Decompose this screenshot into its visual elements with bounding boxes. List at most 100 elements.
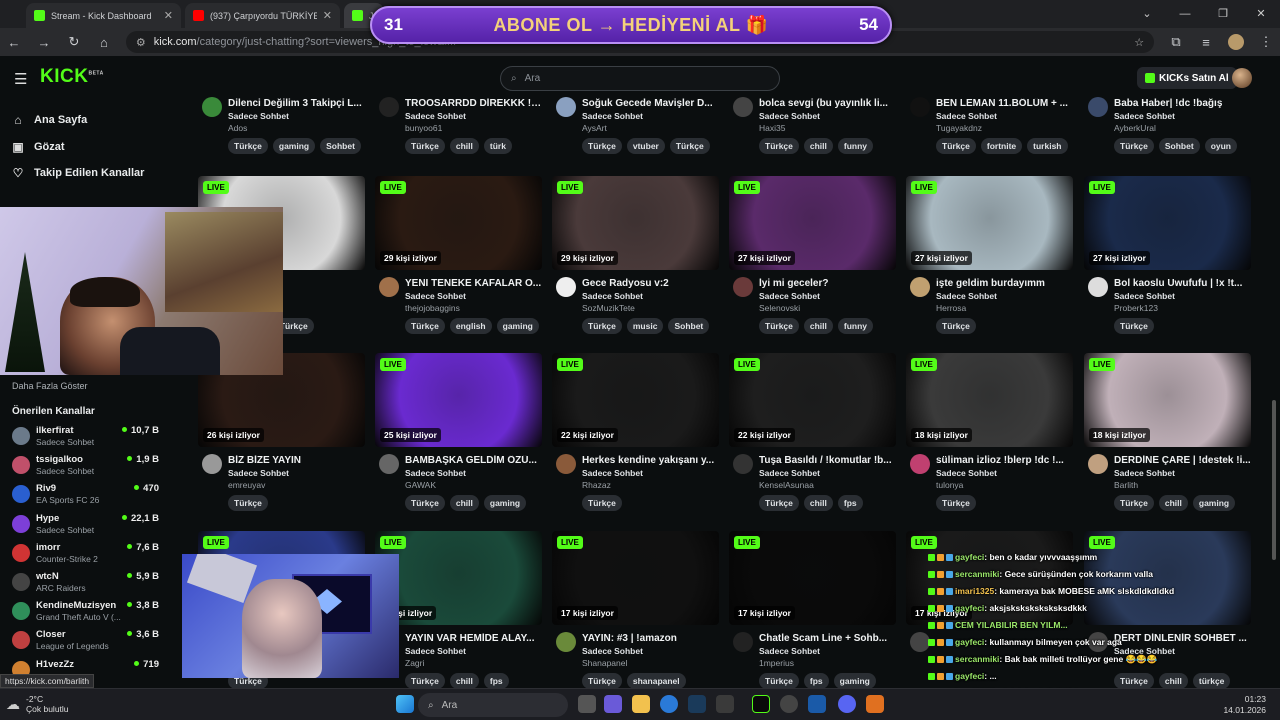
tag-chip[interactable]: turkish	[1027, 138, 1068, 154]
stream-title[interactable]: DERDİNE ÇARE | !destek !i...	[1114, 455, 1251, 466]
file-explorer-icon[interactable]	[632, 695, 650, 713]
tag-chip[interactable]: Sohbet	[668, 318, 710, 334]
stream-title[interactable]: TROOSARRDD DİREKKK !!...	[405, 98, 542, 109]
stream-category[interactable]: Sadece Sohbet	[228, 111, 289, 121]
close-window-icon[interactable]: ✕	[1242, 0, 1280, 28]
close-tab-icon[interactable]: ✕	[323, 9, 332, 22]
sidebar-item-following[interactable]: ♡ Takip Edilen Kanallar	[12, 166, 145, 180]
stream-title[interactable]: Gece Radyosu v:2	[582, 278, 719, 289]
home-icon[interactable]: ⌂	[96, 35, 112, 50]
streamer-name[interactable]: Haxi35	[759, 123, 785, 133]
tag-chip[interactable]: Türkçe	[759, 318, 799, 334]
stream-title[interactable]: İyi mi geceler?	[759, 278, 896, 289]
tag-chip[interactable]: türkçe	[1192, 673, 1231, 689]
streamer-name[interactable]: emreuyav	[228, 480, 265, 490]
recommended-channel[interactable]: imorr Counter-Strike 2 7,6 B	[12, 541, 184, 569]
streamer-name[interactable]: Shanapanel	[582, 658, 627, 668]
stream-category[interactable]: Sadece Sohbet	[405, 291, 466, 301]
stream-category[interactable]: Sadece Sohbet	[228, 468, 289, 478]
stream-thumbnail[interactable]: LIVE 18 kişi izliyor	[1084, 353, 1251, 447]
channel-avatar[interactable]	[379, 277, 399, 297]
stream-category[interactable]: Sadece Sohbet	[582, 646, 643, 656]
sidebar-item-browse[interactable]: ▣ Gözat	[12, 140, 64, 154]
stream-category[interactable]: Sadece Sohbet	[1114, 111, 1175, 121]
app-icon[interactable]	[866, 695, 884, 713]
tag-chip[interactable]: gaming	[833, 673, 876, 689]
extensions-icon[interactable]: ⧉	[1168, 34, 1184, 50]
stream-title[interactable]: Baba Haber| !dc !bağış	[1114, 98, 1251, 109]
chat-username[interactable]: gayfeci	[955, 603, 984, 613]
tag-chip[interactable]: Türkçe	[405, 318, 445, 334]
channel-avatar[interactable]	[202, 454, 222, 474]
tag-chip[interactable]: gaming	[1192, 495, 1236, 511]
channel-avatar[interactable]	[910, 632, 930, 652]
stream-thumbnail[interactable]: LIVE 29 kişi izliyor	[552, 176, 719, 270]
tag-chip[interactable]: chill	[449, 495, 479, 511]
maximize-icon[interactable]: ❐	[1204, 0, 1242, 28]
chat-username[interactable]: gayfeci	[955, 552, 984, 562]
channel-avatar[interactable]	[379, 454, 399, 474]
stream-thumbnail[interactable]: LIVE 17 kişi izliyor	[552, 531, 719, 625]
chat-username[interactable]: gayfeci	[955, 671, 984, 681]
streamer-name[interactable]: AyberkUral	[1114, 123, 1156, 133]
tag-chip[interactable]: chill	[803, 138, 833, 154]
tab-youtube[interactable]: (937) Çarpıyordu TÜRKİYE'DE Y... ✕	[185, 3, 340, 28]
streamer-name[interactable]: Selenovski	[759, 303, 800, 313]
stream-category[interactable]: Sadece Sohbet	[582, 111, 643, 121]
reading-list-icon[interactable]: ≡	[1198, 35, 1214, 50]
app-icon[interactable]	[780, 695, 798, 713]
streamer-name[interactable]: Herrosa	[936, 303, 966, 313]
app-icon[interactable]	[808, 695, 826, 713]
tag-chip[interactable]: Sohbet	[320, 138, 361, 154]
tag-chip[interactable]: chill	[449, 138, 479, 154]
tag-chip[interactable]: Türkçe	[405, 673, 445, 689]
stream-thumbnail[interactable]: LIVE 27 kişi izliyor	[729, 176, 896, 270]
tab-kick-dashboard[interactable]: Stream - Kick Dashboard ✕	[26, 3, 181, 28]
tag-chip[interactable]: gaming	[272, 138, 316, 154]
weather-widget[interactable]: ☁ -2°C Çok bulutlu	[6, 694, 69, 714]
tag-chip[interactable]: Türkçe	[669, 138, 710, 154]
stream-thumbnail[interactable]: LIVE 22 kişi izliyor	[552, 353, 719, 447]
stream-category[interactable]: Sadece Sohbet	[759, 468, 820, 478]
tag-chip[interactable]: fps	[803, 673, 829, 689]
tag-chip[interactable]: Türkçe	[1114, 495, 1154, 511]
stream-category[interactable]: Sadece Sohbet	[759, 291, 820, 301]
streamer-name[interactable]: Ados	[228, 123, 247, 133]
stream-thumbnail[interactable]: LIVE 27 kişi izliyor	[1084, 176, 1251, 270]
channel-avatar[interactable]	[1088, 277, 1108, 297]
stream-title[interactable]: YAYIN: #3 | !amazon	[582, 633, 719, 644]
tag-chip[interactable]: vtuber	[626, 138, 665, 154]
tag-chip[interactable]: fps	[837, 495, 863, 511]
channel-avatar[interactable]	[556, 97, 576, 117]
tag-chip[interactable]: Türkçe	[582, 138, 622, 154]
channel-avatar[interactable]	[733, 632, 753, 652]
search-input[interactable]: ⌕ Ara	[500, 66, 780, 91]
tag-chip[interactable]: chill	[1158, 495, 1188, 511]
stream-title[interactable]: YAYIN VAR HEMİDE ALAY...	[405, 633, 542, 644]
channel-avatar[interactable]	[556, 277, 576, 297]
tag-chip[interactable]: fortnite	[980, 138, 1023, 154]
stream-title[interactable]: YENI TENEKE KAFALAR O...	[405, 278, 542, 289]
reload-icon[interactable]: ↻	[66, 34, 82, 50]
page-scrollbar[interactable]	[1272, 100, 1276, 686]
streamer-name[interactable]: Tugayakdnz	[936, 123, 982, 133]
tag-chip[interactable]: english	[449, 318, 492, 334]
stream-category[interactable]: Sadece Sohbet	[759, 646, 820, 656]
stream-thumbnail[interactable]: LIVE 25 kişi izliyor	[375, 353, 542, 447]
stream-thumbnail[interactable]: LIVE 18 kişi izliyor	[906, 353, 1073, 447]
back-icon[interactable]: ←	[6, 35, 22, 50]
tab-search-icon[interactable]: ⌄	[1128, 0, 1166, 28]
tag-chip[interactable]: Türkçe	[1114, 138, 1154, 154]
tag-chip[interactable]: chill	[803, 495, 833, 511]
hamburger-menu-icon[interactable]: ☰	[14, 70, 27, 88]
buy-kicks-button[interactable]: KICKs Satın Al	[1137, 67, 1237, 89]
recommended-channel[interactable]: Closer League of Legends 3,6 B	[12, 628, 184, 656]
stream-category[interactable]: Sadece Sohbet	[405, 111, 466, 121]
stream-category[interactable]: Sadece Sohbet	[936, 111, 997, 121]
sidebar-item-home[interactable]: ⌂ Ana Sayfa	[12, 113, 87, 127]
minimize-icon[interactable]: —	[1166, 0, 1204, 28]
channel-avatar[interactable]	[733, 277, 753, 297]
tag-chip[interactable]: funny	[837, 138, 874, 154]
channel-avatar[interactable]	[379, 97, 399, 117]
stream-title[interactable]: Herkes kendine yakışanı y...	[582, 455, 719, 466]
